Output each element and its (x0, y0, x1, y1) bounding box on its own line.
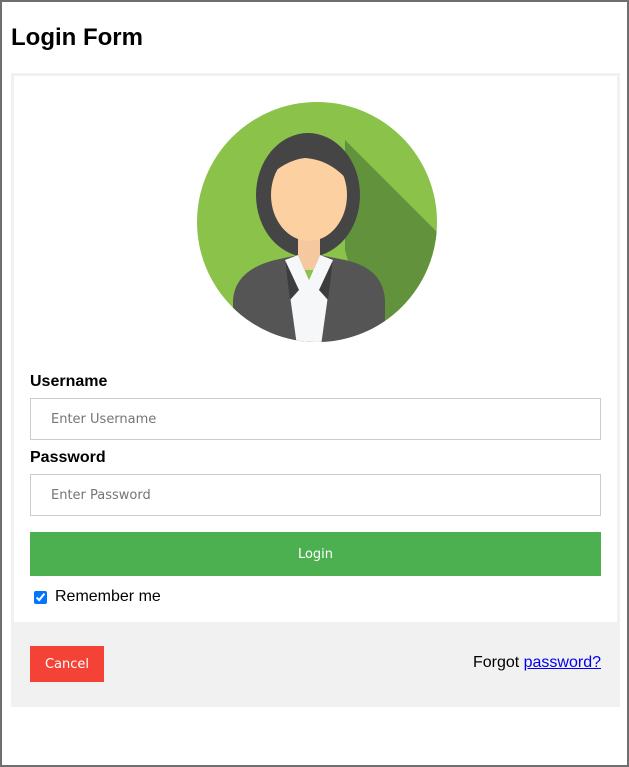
female-user-avatar-icon (195, 100, 439, 344)
page-title: Login Form (11, 24, 143, 51)
forgot-password-link[interactable]: password? (524, 654, 601, 671)
cancel-button[interactable]: Cancel (30, 646, 104, 682)
login-button[interactable]: Login (30, 532, 601, 576)
forgot-prefix: Forgot (472, 654, 524, 671)
forgot-password-text: Forgot password? (473, 654, 601, 672)
remember-me-checkbox[interactable] (34, 590, 47, 604)
username-label: Username (30, 373, 108, 390)
remember-me: Remember me (34, 586, 161, 608)
login-form: Username Password Login Remember me Canc… (11, 73, 620, 707)
username-input[interactable] (30, 398, 601, 440)
window-frame: Login Form Username Enter Username Passw… (0, 0, 629, 767)
password-label: Password (30, 449, 106, 466)
form-footer: Cancel Forgot password? (14, 622, 617, 707)
remember-me-label: Remember me (55, 588, 161, 605)
password-input[interactable] (30, 474, 601, 516)
